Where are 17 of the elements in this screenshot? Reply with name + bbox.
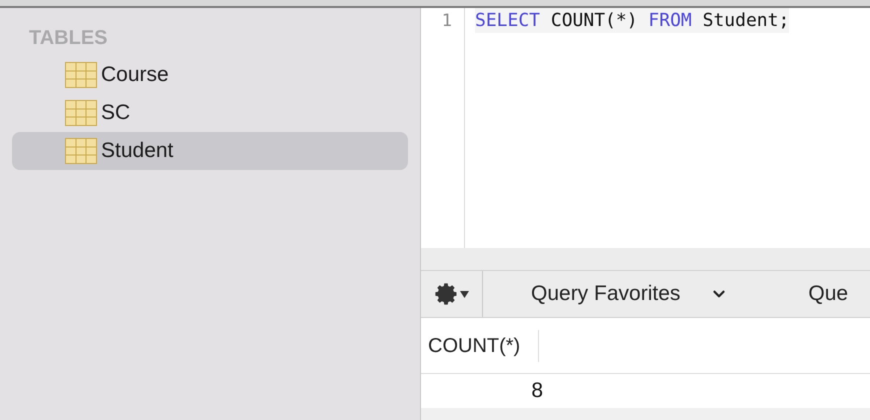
- table-icon: [65, 62, 97, 88]
- section-heading: TABLES: [29, 26, 109, 50]
- table-name: SC: [101, 100, 130, 126]
- caret-icon: [460, 290, 469, 298]
- table-name: Course: [101, 62, 169, 88]
- table-icon: [65, 100, 97, 126]
- column-header[interactable]: COUNT(*): [421, 330, 540, 362]
- gear-icon: [434, 282, 458, 306]
- table-icon: [65, 138, 97, 164]
- query-favorites-button[interactable]: Query Favorites: [531, 278, 728, 310]
- line-number: 1: [440, 10, 453, 33]
- sidebar-item[interactable]: Student: [12, 132, 408, 170]
- sidebar-item[interactable]: SC: [12, 94, 408, 132]
- sidebar-item[interactable]: Course: [12, 56, 408, 94]
- table-cell-text: 8: [530, 378, 544, 404]
- query-history-button[interactable]: Que: [808, 278, 848, 310]
- table-name: Student: [101, 138, 174, 164]
